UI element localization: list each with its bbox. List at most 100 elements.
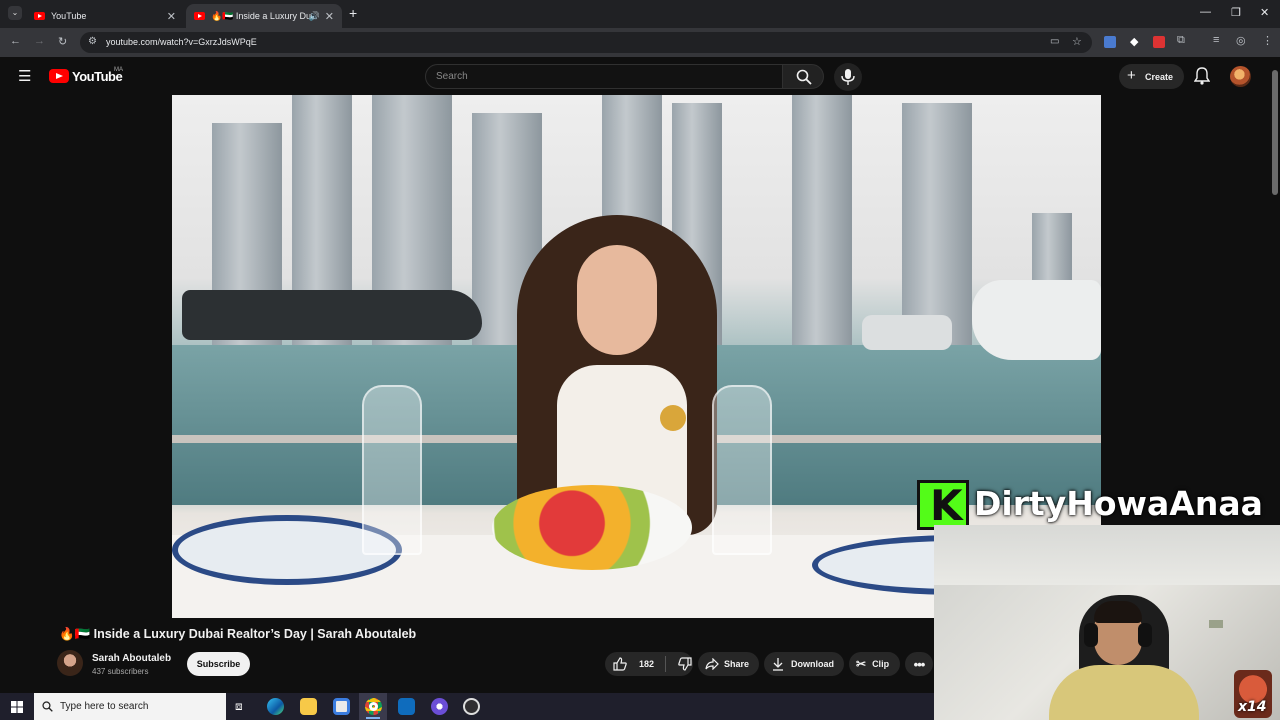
like-dislike-group: 182 xyxy=(605,652,693,676)
page-scrollbar-thumb[interactable] xyxy=(1272,70,1278,195)
thumbs-down-icon[interactable] xyxy=(678,657,692,671)
obs-icon[interactable] xyxy=(463,698,480,715)
search-placeholder: Search xyxy=(436,71,468,82)
profile-icon[interactable]: ◎ xyxy=(1236,34,1246,47)
share-arrow-icon xyxy=(705,658,719,670)
video-frame-detail xyxy=(712,385,772,555)
close-window-icon[interactable]: ✕ xyxy=(1260,6,1269,19)
youtube-favicon-icon xyxy=(34,12,45,20)
webcam-detail xyxy=(1084,623,1098,647)
video-frame-detail xyxy=(792,95,852,353)
emote-multiplier: x14 xyxy=(1238,699,1267,715)
taskbar-search-placeholder: Type here to search xyxy=(60,701,149,712)
minimize-icon[interactable]: — xyxy=(1200,6,1211,18)
youtube-favicon-icon xyxy=(194,12,205,20)
video-frame-detail xyxy=(362,385,422,555)
scissors-icon: ✂ xyxy=(856,657,867,671)
tab-video[interactable]: 🔥🇦🇪 Inside a Luxury Dubai 🔊 ✕ xyxy=(186,4,342,28)
tab-youtube[interactable]: YouTube ✕ xyxy=(26,4,184,28)
webcam-detail xyxy=(1138,623,1152,647)
like-divider xyxy=(665,656,667,672)
hamburger-menu-icon[interactable]: ☰ xyxy=(18,67,31,85)
video-frame-detail xyxy=(660,405,686,431)
media-control-icon[interactable]: ≡ xyxy=(1213,34,1219,46)
search-button[interactable] xyxy=(782,64,824,89)
video-frame-detail xyxy=(577,245,657,355)
close-tab-icon[interactable]: ✕ xyxy=(167,10,176,23)
site-info-icon[interactable]: ⚙ xyxy=(88,36,97,47)
video-frame-detail xyxy=(972,280,1101,360)
taskbar-search-input[interactable]: Type here to search xyxy=(34,693,226,720)
subscriber-count: 437 subscribers xyxy=(92,667,149,676)
more-horizontal-icon: ••• xyxy=(913,656,926,672)
back-icon[interactable]: ← xyxy=(10,35,21,47)
speaker-icon[interactable]: 🔊 xyxy=(309,11,320,22)
video-frame-detail xyxy=(182,290,482,340)
file-explorer-icon[interactable] xyxy=(300,698,317,715)
store-icon[interactable] xyxy=(333,698,350,715)
microphone-icon xyxy=(841,69,855,85)
like-count[interactable]: 182 xyxy=(639,659,654,669)
address-bar[interactable]: ⚙ youtube.com/watch?v=GxrzJdsWPqE ▭ ☆ xyxy=(80,32,1092,53)
share-button[interactable]: Share xyxy=(698,652,759,676)
kick-logo-letter: K xyxy=(930,481,963,530)
subscribe-button[interactable]: Subscribe xyxy=(187,652,250,676)
download-icon xyxy=(773,657,783,671)
video-title: 🔥🇦🇪 Inside a Luxury Dubai Realtor’s Day … xyxy=(59,627,417,641)
task-view-icon[interactable]: ⧈ xyxy=(235,699,243,714)
new-tab-icon[interactable]: + xyxy=(349,5,357,21)
search-icon xyxy=(42,701,53,712)
webcam-detail xyxy=(1049,665,1199,720)
create-button[interactable]: + Create xyxy=(1119,64,1184,89)
edge-icon[interactable] xyxy=(267,698,284,715)
reload-icon[interactable]: ↻ xyxy=(58,35,67,48)
bookmark-star-icon[interactable]: ☆ xyxy=(1072,35,1082,48)
active-app-indicator xyxy=(366,717,380,719)
share-label: Share xyxy=(724,659,750,669)
search-input[interactable]: Search xyxy=(425,64,783,89)
tab-title: YouTube xyxy=(51,11,87,21)
clip-button[interactable]: ✂ Clip xyxy=(849,652,900,676)
kick-logo-icon: K xyxy=(917,480,969,530)
streamer-name: DirtyHowaAnaa xyxy=(974,484,1263,523)
webcam-detail xyxy=(1209,620,1223,628)
channel-avatar[interactable] xyxy=(57,650,83,676)
youtube-masthead: ☰ YouTube MA Search + Create xyxy=(0,57,1280,95)
windows-start-icon[interactable] xyxy=(11,701,23,713)
download-button[interactable]: Download xyxy=(764,652,844,676)
chrome-icon[interactable] xyxy=(365,698,382,715)
channel-name[interactable]: Sarah Aboutaleb xyxy=(92,653,171,664)
youtube-logo-icon[interactable] xyxy=(49,69,69,83)
video-frame-detail xyxy=(862,315,952,350)
download-label: Download xyxy=(791,659,834,669)
webcam-detail xyxy=(1094,601,1142,623)
outlook-icon[interactable] xyxy=(398,698,415,715)
url-text[interactable]: youtube.com/watch?v=GxrzJdsWPqE xyxy=(106,37,257,47)
video-frame-detail xyxy=(492,485,692,570)
close-tab-icon[interactable]: ✕ xyxy=(325,10,334,23)
tab-title: 🔥🇦🇪 Inside a Luxury Dubai xyxy=(211,10,311,21)
notifications-bell-icon[interactable] xyxy=(1194,67,1210,85)
chrome-menu-icon[interactable]: ⋮ xyxy=(1262,34,1273,47)
clip-label: Clip xyxy=(872,659,890,669)
more-actions-button[interactable]: ••• xyxy=(905,652,933,676)
extension-red-icon[interactable] xyxy=(1153,36,1165,48)
restore-icon[interactable]: ❐ xyxy=(1231,6,1241,19)
browser-toolbar: ← → ↻ ⚙ youtube.com/watch?v=GxrzJdsWPqE … xyxy=(0,28,1280,57)
cast-icon[interactable]: ▭ xyxy=(1050,36,1059,47)
extensions-puzzle-icon[interactable]: ⧉ xyxy=(1177,34,1185,47)
extension-diamond-icon[interactable]: ◆ xyxy=(1130,35,1138,48)
windows-taskbar: Type here to search ⧈ xyxy=(0,693,934,720)
tab-search-icon[interactable]: ⌄ xyxy=(8,6,22,20)
forward-icon[interactable]: → xyxy=(34,35,45,47)
webcam-feed xyxy=(934,525,1280,720)
thumbs-up-icon[interactable] xyxy=(613,657,627,671)
webcam-detail xyxy=(934,525,1280,585)
browser-tab-strip: ⌄ YouTube ✕ 🔥🇦🇪 Inside a Luxury Dubai 🔊 … xyxy=(0,0,1280,28)
streaming-app-icon[interactable] xyxy=(431,698,448,715)
extension-translate-icon[interactable] xyxy=(1104,36,1116,48)
region-code: MA xyxy=(114,67,123,73)
voice-search-button[interactable] xyxy=(834,63,862,91)
account-avatar[interactable] xyxy=(1230,66,1251,87)
search-icon xyxy=(796,69,812,85)
